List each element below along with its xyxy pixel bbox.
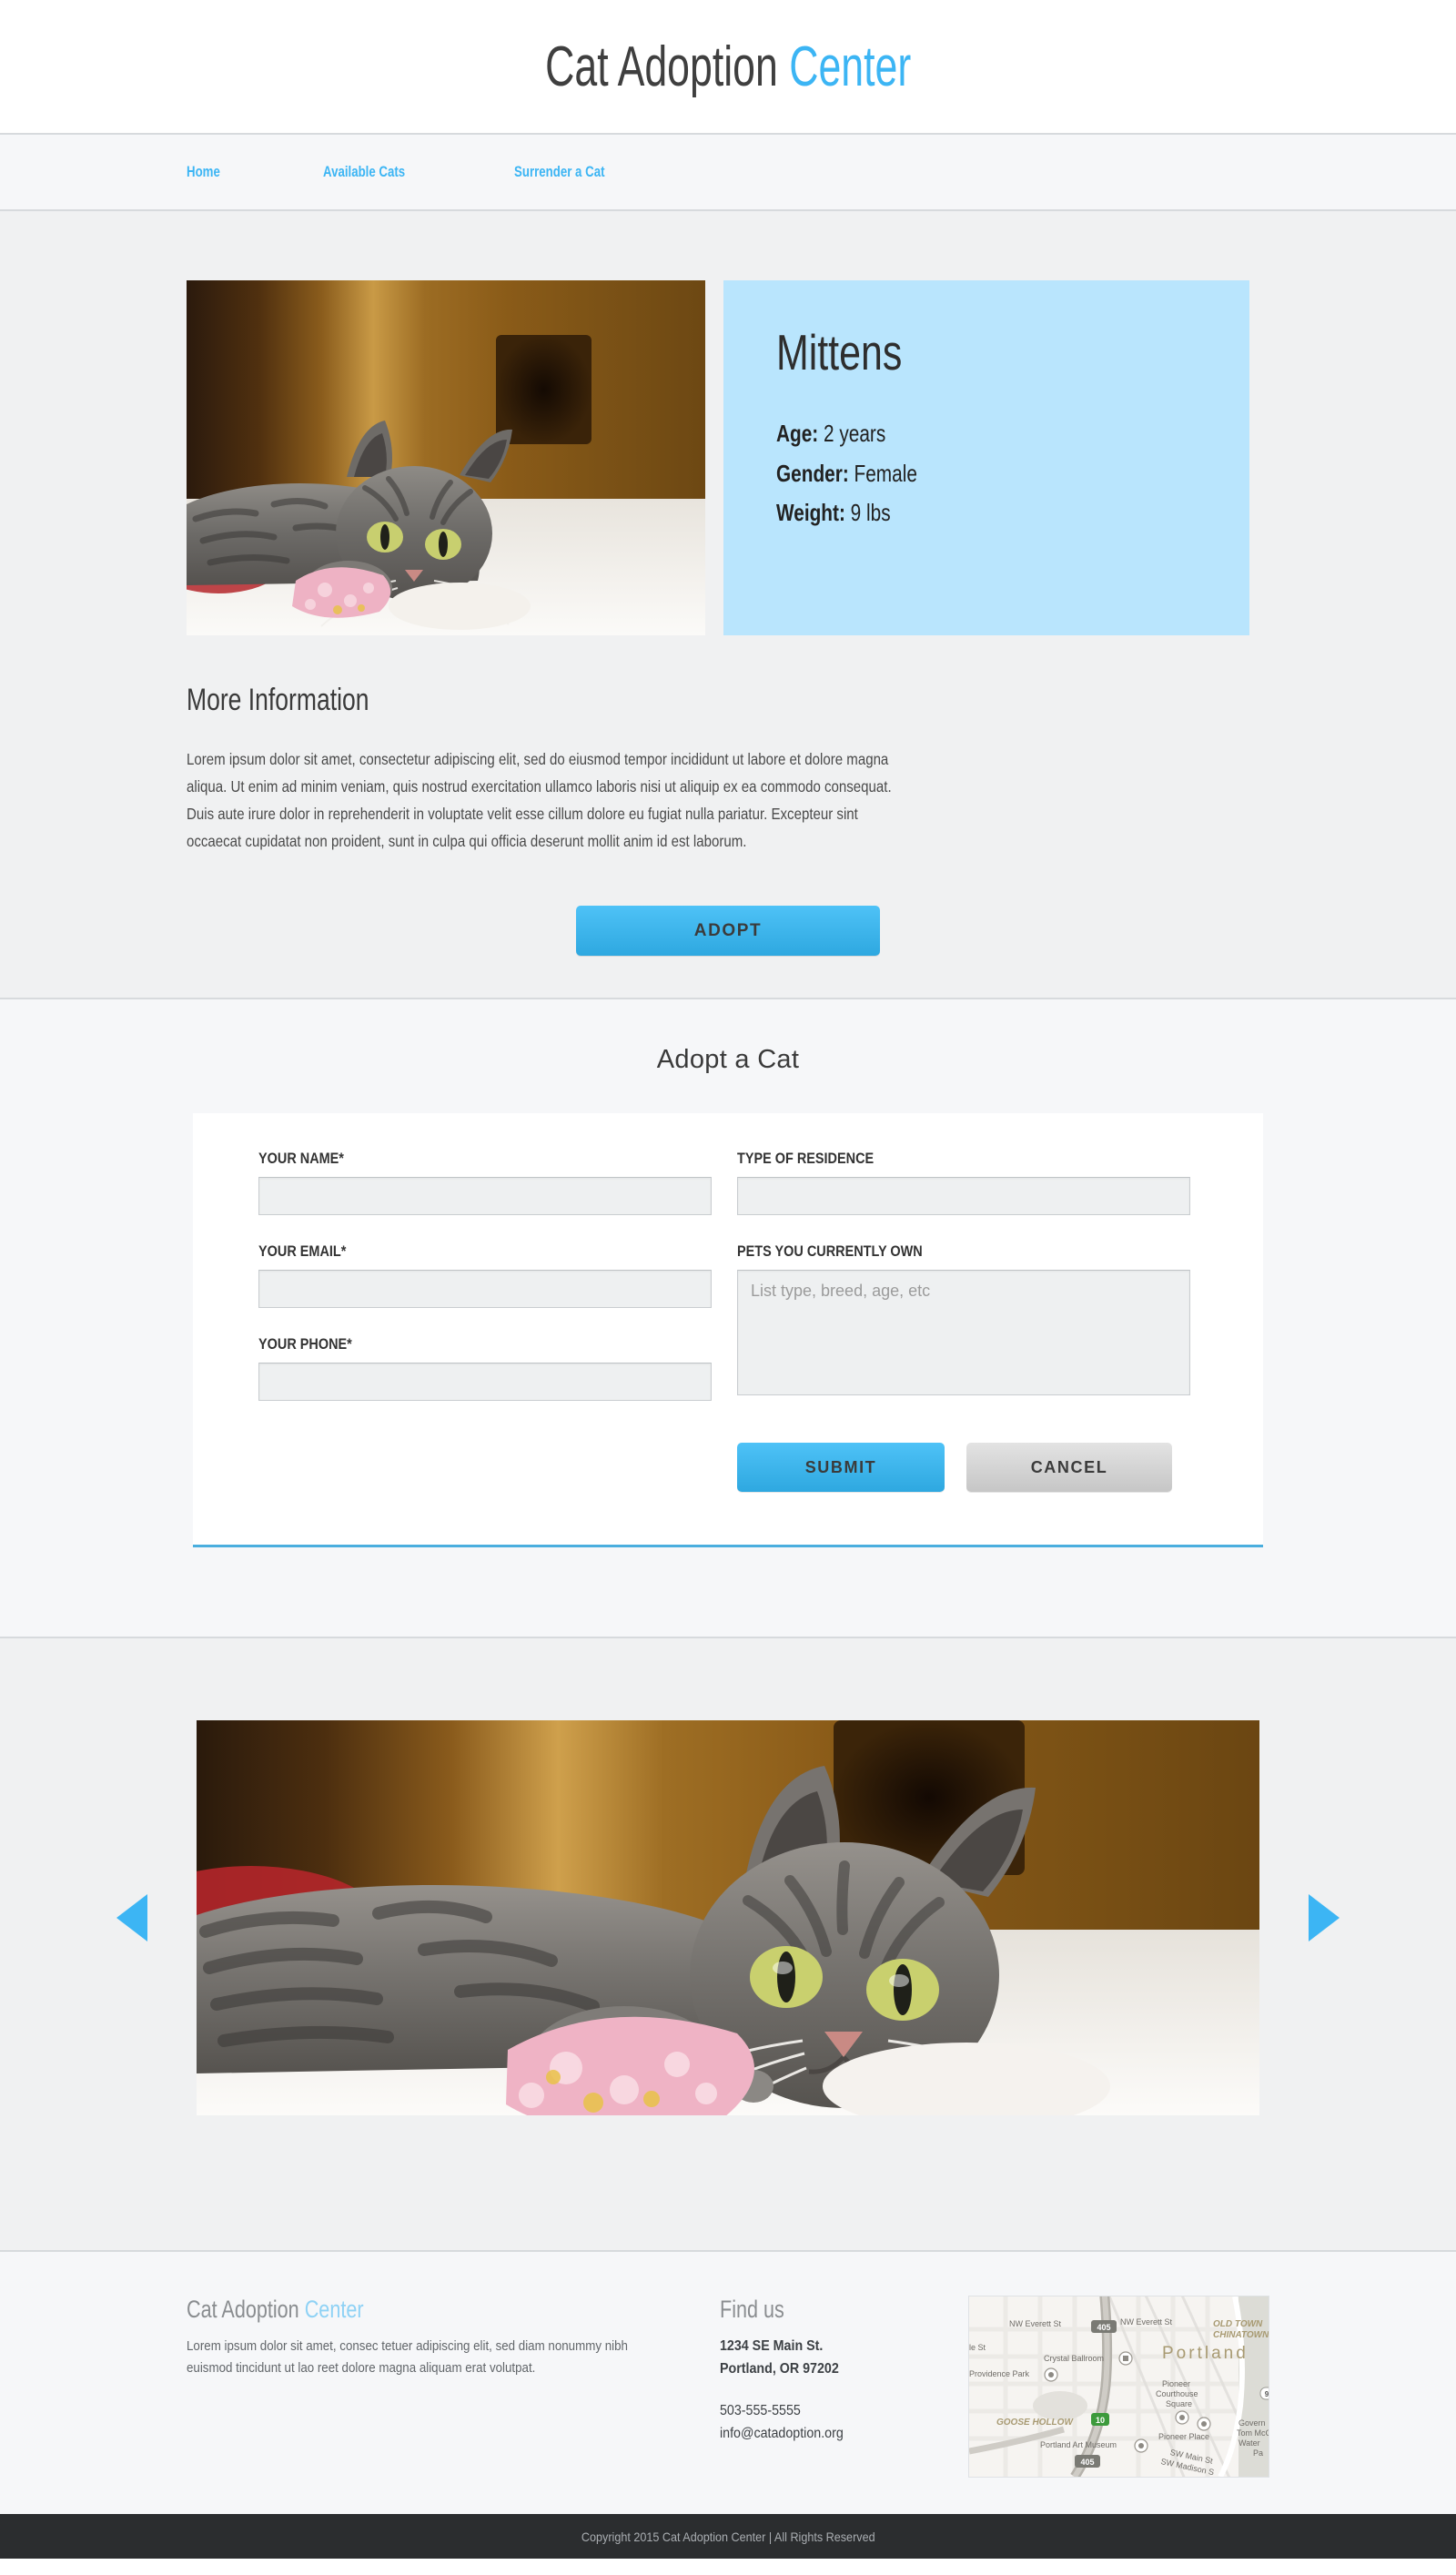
footer-logo-primary-text: Cat Adoption [187,2296,299,2324]
submit-button[interactable]: SUBMIT [737,1443,945,1493]
site-footer: Cat Adoption Center Lorem ipsum dolor si… [0,2250,1456,2515]
footer-about-column: Cat Adoption Center Lorem ipsum dolor si… [187,2296,720,2478]
footer-phone[interactable]: 503-555-5555 [720,2399,949,2422]
footer-row: Cat Adoption Center Lorem ipsum dolor si… [187,2296,1269,2479]
svg-text:NW Everett St: NW Everett St [1009,2319,1062,2328]
your-email-input[interactable] [258,1270,712,1309]
footer-about-text: Lorem ipsum dolor sit amet, consec tetue… [187,2339,628,2376]
main-navigation: Home Available Cats Surrender a Cat [0,133,1456,211]
carousel-section [0,1637,1456,2251]
profile-row: Mittens Age: 2 years Gender: Female Weig… [187,280,1269,635]
nav-item-available-cats[interactable]: Available Cats [323,163,472,181]
cat-info-card: Mittens Age: 2 years Gender: Female Weig… [723,280,1249,635]
svg-text:le St: le St [969,2343,986,2352]
cancel-button[interactable]: CANCEL [966,1443,1172,1493]
svg-text:10: 10 [1096,2416,1105,2425]
svg-text:405: 405 [1097,2323,1111,2332]
svg-text:OLD TOWN: OLD TOWN [1213,2319,1263,2329]
carousel-row [116,1720,1340,2116]
cat-stat-gender-label: Gender: [776,459,849,487]
copyright-text: Copyright 2015 Cat Adoption Center | All… [581,2529,875,2544]
cat-profile-section: Mittens Age: 2 years Gender: Female Weig… [0,211,1456,999]
svg-text:Pioneer Place: Pioneer Place [1158,2432,1209,2441]
cat-stat-age: Age: 2 years [776,414,1155,454]
cat-stat-weight: Weight: 9 lbs [776,493,1155,533]
cat-stat-age-value: 2 years [824,420,886,447]
location-map-thumbnail[interactable]: 405 405 10 99W NW Everett St NW Everett … [968,2296,1269,2479]
cat-stat-age-label: Age: [776,420,819,447]
adopt-form-title: Adopt a Cat [656,1045,800,1075]
site-header: Cat Adoption Center [0,0,1456,133]
svg-text:405: 405 [1081,2458,1095,2467]
carousel-image [197,1720,1259,2116]
form-actions: SUBMIT CANCEL [737,1443,1190,1493]
svg-text:Square: Square [1166,2399,1192,2408]
footer-logo-accent-text: Center [304,2296,364,2324]
type-of-residence-input[interactable] [737,1177,1190,1216]
your-phone-label: YOUR PHONE* [258,1335,352,1353]
cat-stat-weight-value: 9 lbs [850,499,891,527]
svg-text:Pa: Pa [1253,2448,1263,2458]
form-column-right: TYPE OF RESIDENCE PETS YOU CURRENTLY OWN… [737,1150,1190,1493]
svg-text:Tom McCa: Tom McCa [1237,2428,1269,2438]
cat-stat-gender-value: Female [854,459,917,487]
svg-text:Water: Water [1239,2438,1260,2448]
triangle-right-icon[interactable] [1309,1894,1340,1942]
cat-name: Mittens [776,324,903,380]
pets-you-own-textarea[interactable] [737,1270,1190,1396]
cat-profile-photo [187,280,705,635]
svg-text:Govern: Govern [1239,2418,1266,2428]
adopt-button[interactable]: ADOPT [576,906,880,957]
svg-text:GOOSE HOLLOW: GOOSE HOLLOW [996,2418,1074,2428]
find-us-heading: Find us [719,2296,784,2324]
cat-stat-weight-label: Weight: [776,499,845,527]
triangle-left-icon[interactable] [116,1894,147,1942]
nav-item-home[interactable]: Home [187,163,293,181]
svg-text:Courthouse: Courthouse [1156,2389,1198,2398]
pets-you-own-label: PETS YOU CURRENTLY OWN [737,1242,923,1261]
logo-primary-text: Cat Adoption [544,35,778,98]
svg-text:Pioneer: Pioneer [1162,2379,1190,2388]
more-information-heading: More Information [187,683,369,717]
svg-text:Portland: Portland [1162,2344,1249,2363]
adopt-form-card: YOUR NAME* YOUR EMAIL* YOUR PHONE* TYPE … [193,1113,1263,1548]
page-root: Cat Adoption Center Home Available Cats … [0,0,1456,2560]
adopt-button-row: ADOPT [187,906,1269,957]
footer-address-line1: 1234 SE Main St. [719,2338,823,2355]
svg-text:CHINATOWN: CHINATOWN [1213,2330,1269,2340]
footer-find-us-column: Find us 1234 SE Main St. Portland, OR 97… [720,2296,969,2478]
svg-text:NW Everett St: NW Everett St [1120,2317,1173,2327]
your-phone-input[interactable] [258,1363,712,1402]
svg-text:Portland Art Museum: Portland Art Museum [1040,2440,1117,2449]
form-column-left: YOUR NAME* YOUR EMAIL* YOUR PHONE* [258,1150,712,1492]
cat-stat-gender: Gender: Female [776,454,1155,494]
cat-stats-list: Age: 2 years Gender: Female Weight: 9 lb… [776,414,1249,533]
site-logo[interactable]: Cat Adoption Center [545,35,911,99]
type-of-residence-label: TYPE OF RESIDENCE [737,1150,875,1168]
copyright-bar: Copyright 2015 Cat Adoption Center | All… [0,2514,1456,2560]
your-name-input[interactable] [258,1177,712,1216]
more-information-body: Lorem ipsum dolor sit amet, consectetur … [187,750,892,851]
nav-item-surrender-a-cat[interactable]: Surrender a Cat [514,163,671,181]
your-email-label: YOUR EMAIL* [258,1242,347,1261]
logo-accent-text: Center [789,35,912,98]
footer-email[interactable]: info@catadoption.org [720,2422,949,2445]
svg-text:Providence Park: Providence Park [969,2369,1030,2378]
adopt-form-section: Adopt a Cat YOUR NAME* YOUR EMAIL* YOUR … [0,998,1456,1637]
svg-text:Crystal Ballroom: Crystal Ballroom [1044,2354,1104,2363]
footer-address-line2: Portland, OR 97202 [719,2361,839,2377]
footer-logo[interactable]: Cat Adoption Center [187,2296,612,2324]
your-name-label: YOUR NAME* [258,1150,344,1168]
svg-text:99W: 99W [1265,2390,1269,2398]
